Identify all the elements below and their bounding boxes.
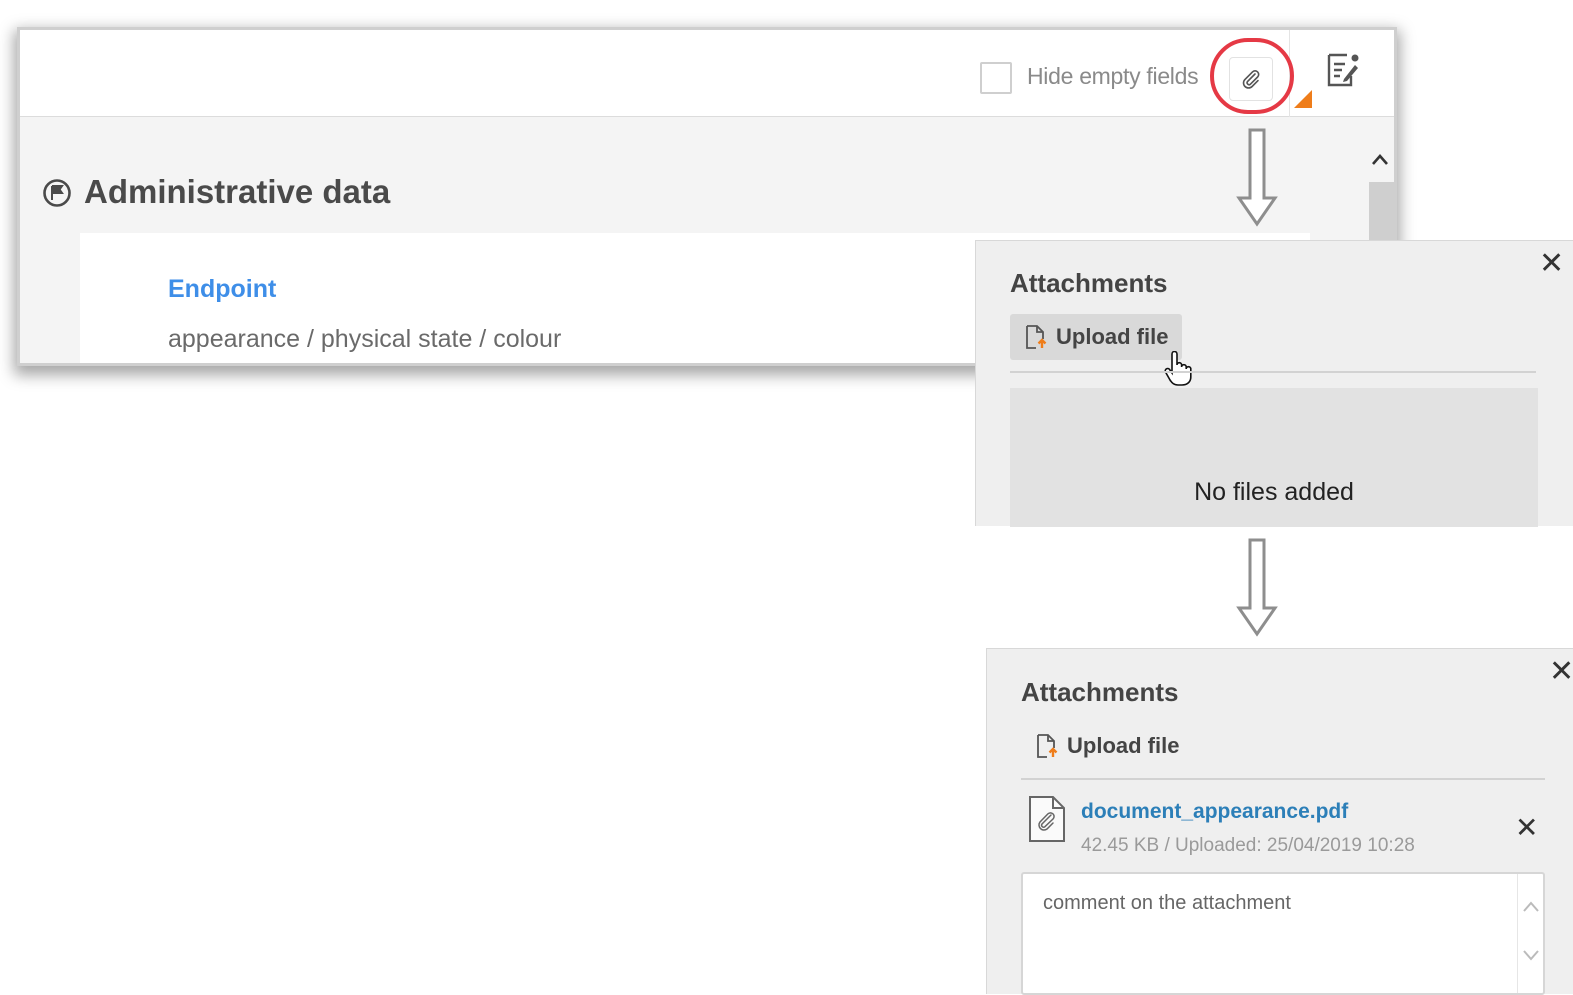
field-value-endpoint: appearance / physical state / colour — [168, 325, 562, 353]
scroll-down-icon[interactable] — [1522, 948, 1540, 962]
attachments-title: Attachments — [1010, 268, 1168, 298]
down-arrow-icon — [1236, 128, 1278, 227]
scroll-up-icon[interactable] — [1370, 150, 1390, 170]
scroll-up-icon[interactable] — [1522, 900, 1540, 914]
upload-file-button[interactable]: Upload file — [1021, 723, 1193, 769]
no-files-message: No files added — [1194, 478, 1354, 506]
form-toolbar: Hide empty fields — [20, 30, 1394, 117]
attachment-file-link[interactable]: document_appearance.pdf — [1081, 800, 1348, 824]
attachments-panel-empty: Attachments ✕ Upload file No files added — [975, 240, 1573, 527]
hand-cursor-icon — [1164, 351, 1192, 386]
upload-file-button[interactable]: Upload file — [1010, 314, 1183, 360]
notes-button[interactable] — [1323, 50, 1363, 90]
remove-attachment-icon[interactable]: ✕ — [1515, 814, 1538, 842]
close-icon[interactable]: ✕ — [1549, 657, 1573, 687]
hide-empty-fields-label[interactable]: Hide empty fields — [1027, 63, 1199, 90]
upload-file-label: Upload file — [1067, 733, 1180, 758]
highlight-ring — [1210, 38, 1294, 114]
empty-files-area: No files added — [1010, 388, 1538, 527]
upload-file-icon — [1037, 734, 1058, 758]
attachments-panel-filled: Attachments ✕ Upload file document_appea… — [986, 648, 1573, 995]
attachment-file-icon — [1029, 796, 1065, 842]
comment-scrollbar[interactable] — [1517, 874, 1543, 993]
close-icon[interactable]: ✕ — [1539, 249, 1564, 279]
attachments-title: Attachments — [1021, 677, 1179, 707]
down-arrow-icon — [1236, 538, 1278, 637]
section-title: Administrative data — [84, 173, 391, 210]
edit-notes-icon — [1327, 53, 1359, 87]
orange-corner-marker — [1294, 90, 1312, 108]
attachment-file-meta: 42.45 KB / Uploaded: 25/04/2019 10:28 — [1081, 835, 1415, 856]
field-label-endpoint[interactable]: Endpoint — [168, 275, 276, 304]
attachment-comment-field[interactable]: comment on the attachment — [1021, 872, 1545, 995]
panel-separator — [1021, 778, 1545, 780]
panel-separator — [1010, 371, 1536, 373]
hide-empty-fields-checkbox[interactable] — [980, 62, 1012, 94]
upload-file-icon — [1026, 325, 1047, 349]
attachment-comment-text: comment on the attachment — [1043, 892, 1291, 914]
upload-file-label: Upload file — [1056, 324, 1169, 349]
flag-circle-icon — [43, 179, 71, 207]
